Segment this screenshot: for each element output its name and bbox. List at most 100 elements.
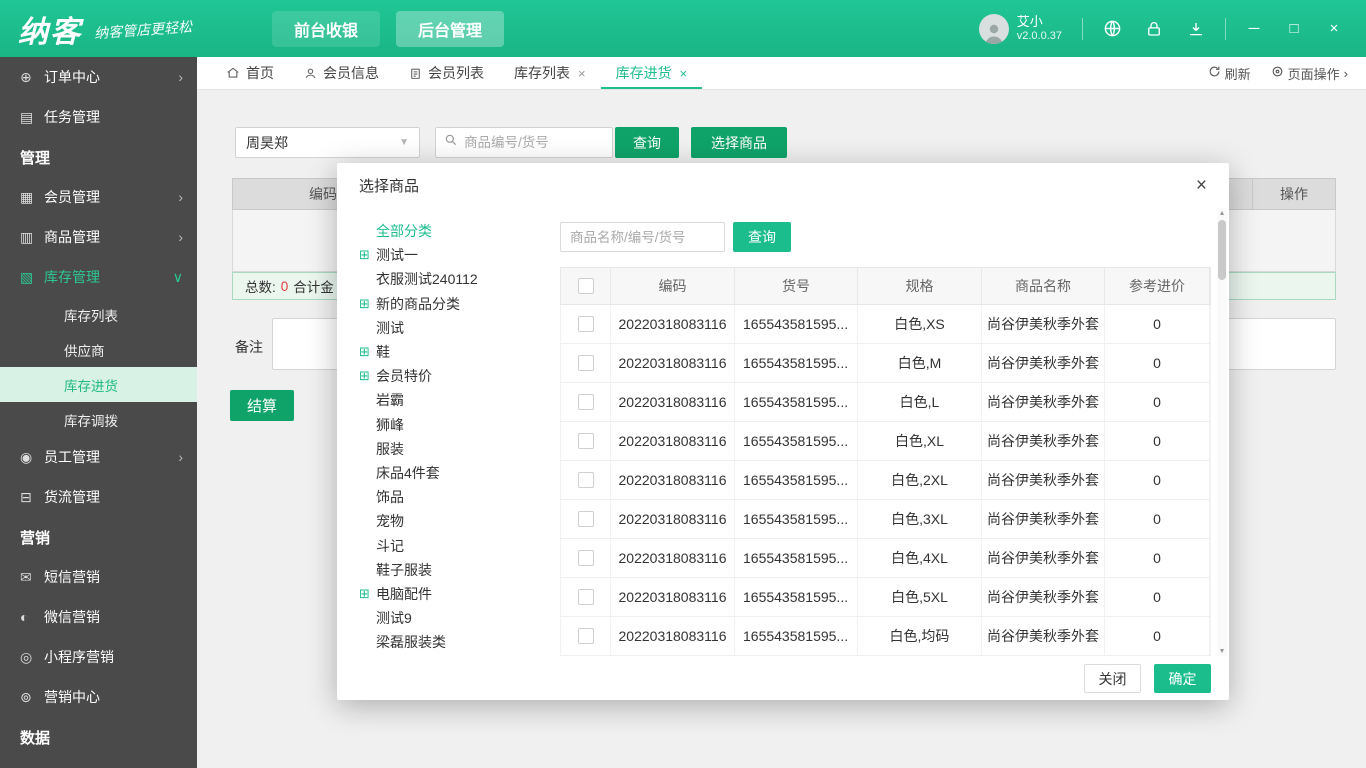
category-item[interactable]: 宠物 bbox=[359, 509, 557, 533]
expand-icon[interactable]: ⊞ bbox=[359, 247, 376, 263]
row-checkbox[interactable] bbox=[578, 589, 594, 605]
select-product-button[interactable]: 选择商品 bbox=[691, 127, 787, 158]
nav-backend-admin[interactable]: 后台管理 bbox=[396, 11, 504, 47]
sidebar-item[interactable]: ◉ 员工管理 › bbox=[0, 437, 197, 477]
sidebar-item[interactable]: ▥ 商品管理 › bbox=[0, 217, 197, 257]
chevron-icon: › bbox=[178, 449, 183, 465]
avatar[interactable] bbox=[979, 14, 1009, 44]
row-checkbox[interactable] bbox=[578, 355, 594, 371]
row-checkbox[interactable] bbox=[578, 433, 594, 449]
category-item[interactable]: 狮峰 bbox=[359, 413, 557, 437]
tab-home[interactable]: 首页 bbox=[211, 57, 289, 89]
download-icon[interactable] bbox=[1186, 19, 1206, 39]
nav-front-cashier[interactable]: 前台收银 bbox=[272, 11, 380, 47]
modal-scrollbar[interactable]: ▲ ▼ bbox=[1217, 208, 1227, 656]
tab-close-icon[interactable]: × bbox=[578, 66, 586, 81]
table-row[interactable]: 20220318083116 165543581595... 白色,均码 尚谷伊… bbox=[560, 617, 1211, 656]
scroll-down-icon[interactable]: ▼ bbox=[1217, 646, 1227, 656]
category-item[interactable]: ⊞ 鞋 bbox=[359, 340, 557, 364]
close-window-button[interactable]: × bbox=[1326, 20, 1342, 37]
lock-icon[interactable] bbox=[1144, 19, 1164, 39]
table-row[interactable]: 20220318083116 165543581595... 白色,4XL 尚谷… bbox=[560, 539, 1211, 578]
table-row[interactable]: 20220318083116 165543581595... 白色,L 尚谷伊美… bbox=[560, 383, 1211, 422]
category-label: 鞋 bbox=[376, 342, 390, 362]
refresh-button[interactable]: 刷新 bbox=[1208, 64, 1251, 83]
sidebar-item[interactable]: ◎ 小程序营销 bbox=[0, 637, 197, 677]
minimize-button[interactable]: ─ bbox=[1246, 20, 1262, 37]
row-checkbox[interactable] bbox=[578, 550, 594, 566]
cell-spec: 白色,XL bbox=[858, 422, 982, 460]
table-row[interactable]: 20220318083116 165543581595... 白色,3XL 尚谷… bbox=[560, 500, 1211, 539]
category-item[interactable]: 斗记 bbox=[359, 533, 557, 557]
sidebar-item[interactable]: 库存列表 bbox=[0, 297, 197, 332]
modal-confirm-button[interactable]: 确定 bbox=[1154, 664, 1211, 693]
category-item[interactable]: 岩霸 bbox=[359, 388, 557, 412]
sidebar-item[interactable]: 库存进货 bbox=[0, 367, 197, 402]
expand-icon[interactable]: ⊞ bbox=[359, 586, 376, 602]
category-item[interactable]: ⊞ 电脑配件 bbox=[359, 582, 557, 606]
store-select[interactable]: 周昊郑 ▼ bbox=[235, 127, 420, 158]
page-ops-button[interactable]: 页面操作 › bbox=[1271, 64, 1348, 83]
row-checkbox[interactable] bbox=[578, 472, 594, 488]
category-item[interactable]: 测试9 bbox=[359, 606, 557, 630]
row-checkbox[interactable] bbox=[578, 628, 594, 644]
settle-button[interactable]: 结算 bbox=[230, 390, 294, 421]
product-search-input[interactable] bbox=[464, 135, 604, 150]
category-item[interactable]: ⊞ 新的商品分类 bbox=[359, 292, 557, 316]
sidebar-item[interactable]: ⊟ 货流管理 bbox=[0, 477, 197, 517]
query-button[interactable]: 查询 bbox=[615, 127, 679, 158]
table-row[interactable]: 20220318083116 165543581595... 白色,XL 尚谷伊… bbox=[560, 422, 1211, 461]
row-checkbox[interactable] bbox=[578, 511, 594, 527]
category-item[interactable]: 衣服测试240112 bbox=[359, 267, 557, 291]
tab-member-info[interactable]: 会员信息 bbox=[289, 57, 394, 89]
expand-icon[interactable]: ⊞ bbox=[359, 296, 376, 312]
expand-icon[interactable]: ⊞ bbox=[359, 368, 376, 384]
tab-inventory-purchase[interactable]: 库存进货 × bbox=[601, 57, 703, 89]
category-item[interactable]: 梁磊服装类 bbox=[359, 630, 557, 654]
search-icon bbox=[444, 133, 458, 152]
category-item[interactable]: ⊞ 测试一 bbox=[359, 243, 557, 267]
tab-inventory-list[interactable]: 库存列表 × bbox=[499, 57, 601, 89]
modal-close-icon[interactable]: × bbox=[1196, 176, 1207, 195]
modal-query-button[interactable]: 查询 bbox=[733, 222, 791, 252]
sidebar-item[interactable]: ▙ 统计报表 › bbox=[0, 757, 197, 768]
sidebar-item[interactable]: 营销 bbox=[0, 517, 197, 557]
sidebar-item[interactable]: ◐ 微信营销 bbox=[0, 597, 197, 637]
maximize-button[interactable]: □ bbox=[1286, 20, 1302, 37]
row-checkbox[interactable] bbox=[578, 316, 594, 332]
table-row[interactable]: 20220318083116 165543581595... 白色,XS 尚谷伊… bbox=[560, 305, 1211, 344]
category-item[interactable]: 饰品 bbox=[359, 485, 557, 509]
select-all-checkbox[interactable] bbox=[578, 278, 594, 294]
table-row[interactable]: 20220318083116 165543581595... 白色,2XL 尚谷… bbox=[560, 461, 1211, 500]
scrollbar-thumb[interactable] bbox=[1218, 220, 1226, 280]
table-row[interactable]: 20220318083116 165543581595... 白色,M 尚谷伊美… bbox=[560, 344, 1211, 383]
modal-close-button[interactable]: 关闭 bbox=[1084, 664, 1141, 693]
category-item[interactable]: 服装 bbox=[359, 437, 557, 461]
sidebar-item[interactable]: 管理 bbox=[0, 137, 197, 177]
category-item[interactable]: 测试 bbox=[359, 316, 557, 340]
category-item[interactable]: 全部分类 bbox=[359, 219, 557, 243]
category-item[interactable]: 床品4件套 bbox=[359, 461, 557, 485]
sidebar-item[interactable]: ⊚ 营销中心 bbox=[0, 677, 197, 717]
sidebar-item[interactable]: 数据 bbox=[0, 717, 197, 757]
modal-search-input[interactable] bbox=[570, 230, 715, 245]
table-row[interactable]: 20220318083116 165543581595... 白色,5XL 尚谷… bbox=[560, 578, 1211, 617]
sidebar-item[interactable]: ▦ 会员管理 › bbox=[0, 177, 197, 217]
sidebar-item[interactable]: ⊕ 订单中心 › bbox=[0, 57, 197, 97]
category-item[interactable]: ⊞ 会员特价 bbox=[359, 364, 557, 388]
sidebar-item[interactable]: 库存调拨 bbox=[0, 402, 197, 437]
sidebar-item[interactable]: ✉ 短信营销 bbox=[0, 557, 197, 597]
scroll-up-icon[interactable]: ▲ bbox=[1217, 208, 1227, 218]
sidebar-item[interactable]: ▧ 库存管理 ∨ bbox=[0, 257, 197, 297]
sidebar-item[interactable]: ▤ 任务管理 bbox=[0, 97, 197, 137]
tab-member-list[interactable]: 会员列表 bbox=[394, 57, 499, 89]
tab-close-icon[interactable]: × bbox=[680, 66, 688, 81]
expand-icon[interactable]: ⊞ bbox=[359, 344, 376, 360]
category-label: 狮峰 bbox=[376, 415, 404, 435]
category-item[interactable]: 鞋子服装 bbox=[359, 558, 557, 582]
cell-name: 尚谷伊美秋季外套 bbox=[982, 422, 1105, 460]
globe-icon[interactable] bbox=[1102, 19, 1122, 39]
tab-label: 库存进货 bbox=[616, 63, 672, 83]
sidebar-item[interactable]: 供应商 bbox=[0, 332, 197, 367]
row-checkbox[interactable] bbox=[578, 394, 594, 410]
